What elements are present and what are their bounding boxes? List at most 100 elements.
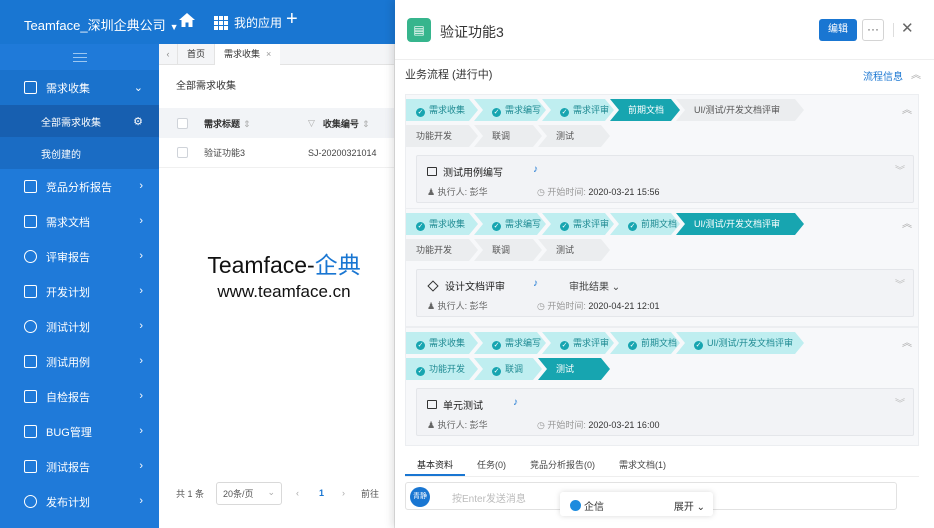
next-page-icon[interactable]: › bbox=[342, 488, 345, 498]
tab-close-icon[interactable]: × bbox=[266, 49, 271, 59]
expand-button[interactable]: 展开 ⌄ bbox=[674, 498, 705, 513]
flow-step-label: 功能开发 bbox=[416, 131, 453, 141]
flow-step[interactable]: 前期文档 bbox=[610, 99, 680, 121]
tab-requirement-doc[interactable]: 需求文档(1) bbox=[607, 453, 678, 476]
flow-step[interactable]: 测试 bbox=[538, 358, 610, 380]
tab-home[interactable]: 首页 bbox=[177, 43, 214, 65]
sidebar-subitem[interactable]: 全部需求收集 ⚙ bbox=[0, 105, 159, 137]
tab-label: 首页 bbox=[187, 48, 206, 59]
approval-result-select[interactable]: 审批结果 ⌄ bbox=[569, 278, 620, 293]
sort-icon[interactable]: ⇕ bbox=[362, 119, 370, 129]
sidebar-item[interactable]: 开发计划 › bbox=[0, 274, 159, 309]
chevron-up-icon[interactable]: ︽ bbox=[902, 101, 912, 116]
task-start-time: ◷ 开始时间: 2020-03-21 16:00 bbox=[537, 418, 659, 431]
tab-tasks[interactable]: 任务(0) bbox=[465, 453, 518, 476]
flow-step[interactable]: 测试 bbox=[538, 239, 610, 261]
flow-info-link[interactable]: 流程信息 bbox=[863, 68, 903, 83]
flow-step[interactable]: ✓ 需求收集 bbox=[406, 213, 478, 235]
flow-step[interactable]: 联调 bbox=[474, 125, 542, 147]
flow-step[interactable]: ✓ 需求收集 bbox=[406, 99, 478, 121]
chevron-down-double-icon[interactable]: ︾ bbox=[895, 276, 905, 291]
chevron-up-icon[interactable]: ︽ bbox=[902, 215, 912, 230]
tab-competitor-report[interactable]: 竞品分析报告(0) bbox=[518, 453, 607, 476]
executor-label: 执行人: 彭华 bbox=[437, 187, 488, 197]
sidebar-subitem[interactable]: 我创建的 bbox=[0, 137, 159, 169]
sidebar-item[interactable]: 评审报告 › bbox=[0, 239, 159, 274]
sidebar-item[interactable]: 测试计划 › bbox=[0, 309, 159, 344]
prev-page-icon[interactable]: ‹ bbox=[296, 488, 299, 498]
sidebar-item[interactable]: 测试报告 › bbox=[0, 449, 159, 484]
flow-step[interactable]: ✓ 需求评审 bbox=[542, 332, 614, 354]
chevron-up-icon[interactable]: ︽ bbox=[911, 66, 921, 81]
task-card[interactable]: 设计文档评审 ♪ 审批结果 ⌄ ♟ 执行人: 彭华 ◷ 开始时间: 2020-04-21… bbox=[416, 269, 914, 317]
qixin-chat-bar[interactable]: 企信 展开 ⌄ bbox=[560, 492, 713, 516]
company-switcher[interactable]: Teamface_深圳企典公司 ▼ bbox=[24, 15, 179, 34]
panel-header: ▤ 验证功能3 编辑 ··· ✕ bbox=[395, 0, 934, 60]
task-name: 测试用例编写 bbox=[427, 164, 503, 179]
flow-step[interactable]: 功能开发 bbox=[406, 125, 478, 147]
flow-step[interactable]: ✓ 需求编写 bbox=[474, 332, 546, 354]
qixin-label: 企信 bbox=[584, 502, 604, 513]
sidebar-item-label: 需求收集 bbox=[46, 82, 90, 95]
sidebar-item[interactable]: 需求文档 › bbox=[0, 204, 159, 239]
bell-icon[interactable]: ♪ bbox=[533, 164, 538, 175]
flow-step[interactable]: UI/测试/开发文档评审 bbox=[676, 99, 804, 121]
flow-step[interactable]: ✓ 需求编写 bbox=[474, 99, 546, 121]
tab-requirement[interactable]: 需求收集 × bbox=[214, 43, 281, 65]
sidebar-item[interactable]: 需求收集 ⌄ bbox=[0, 70, 159, 105]
flow-step[interactable]: 测试 bbox=[538, 125, 610, 147]
column-header-code[interactable]: 收集编号 ⇕ bbox=[323, 117, 370, 130]
flow-step[interactable]: ✓ UI/测试/开发文档评审 bbox=[676, 332, 804, 354]
flow-step[interactable]: ✓ 需求评审 bbox=[542, 99, 614, 121]
task-card[interactable]: 测试用例编写 ♪ ♟ 执行人: 彭华 ◷ 开始时间: 2020-03-21 15:56… bbox=[416, 155, 914, 203]
more-button[interactable]: ··· bbox=[862, 19, 884, 41]
avatar: 青静 bbox=[410, 487, 430, 507]
flow-step[interactable]: ✓ 需求评审 bbox=[542, 213, 614, 235]
sidebar-item[interactable]: 自检报告 › bbox=[0, 379, 159, 414]
sidebar-item[interactable]: 竞品分析报告 › bbox=[0, 169, 159, 204]
check-icon: ✓ bbox=[561, 109, 568, 116]
bug-icon bbox=[24, 425, 37, 438]
bell-icon[interactable]: ♪ bbox=[513, 397, 518, 408]
flow-step[interactable]: ✓ 需求收集 bbox=[406, 332, 478, 354]
tab-back-icon[interactable]: ‹ bbox=[159, 49, 177, 59]
check-icon: ✓ bbox=[561, 342, 568, 349]
sidebar-collapse-toggle[interactable] bbox=[0, 44, 159, 70]
edit-button[interactable]: 编辑 bbox=[819, 19, 857, 41]
sidebar-item[interactable]: 测试用例 › bbox=[0, 344, 159, 379]
table-row[interactable]: 验证功能3 SJ-20200321014 bbox=[159, 138, 394, 168]
flow-step[interactable]: ✓ 需求编写 bbox=[474, 213, 546, 235]
tab-bar: ‹ 首页 需求收集 × bbox=[159, 43, 394, 65]
chevron-up-icon[interactable]: ︽ bbox=[902, 334, 912, 349]
approval-icon bbox=[427, 279, 439, 292]
row-checkbox[interactable] bbox=[177, 147, 188, 158]
gear-icon[interactable]: ⚙ bbox=[133, 115, 143, 128]
select-all-checkbox[interactable] bbox=[177, 117, 188, 129]
tab-basic-info[interactable]: 基本资料 bbox=[405, 453, 466, 476]
home-icon[interactable] bbox=[178, 11, 196, 29]
flow-step[interactable]: ✓ 功能开发 bbox=[406, 358, 478, 380]
close-icon[interactable]: ✕ bbox=[901, 19, 914, 37]
chevron-down-double-icon[interactable]: ︾ bbox=[895, 162, 905, 177]
filter-icon[interactable]: ▽ bbox=[308, 118, 315, 129]
task-card[interactable]: 单元测试 ♪ ♟ 执行人: 彭华 ◷ 开始时间: 2020-03-21 16:00 ︾ bbox=[416, 388, 914, 436]
flow-step[interactable]: ✓ 前期文档 bbox=[610, 332, 680, 354]
my-apps-button[interactable]: 我的应用 bbox=[214, 14, 282, 31]
page-number[interactable]: 1 bbox=[319, 488, 324, 498]
task-name: 设计文档评审 bbox=[427, 278, 505, 293]
sidebar-item[interactable]: 发布计划 › bbox=[0, 484, 159, 519]
add-icon[interactable]: + bbox=[286, 9, 298, 29]
chevron-down-double-icon[interactable]: ︾ bbox=[895, 395, 905, 410]
sidebar-item[interactable]: BUG管理 › bbox=[0, 414, 159, 449]
column-header-title[interactable]: 需求标题 ⇕ bbox=[204, 117, 308, 130]
panel-tabs: 基本资料 任务(0) 竞品分析报告(0) 需求文档(1) bbox=[405, 453, 919, 477]
bell-icon[interactable]: ♪ bbox=[533, 278, 538, 289]
page-size-select[interactable]: 20条/页 ⌄ bbox=[216, 481, 283, 505]
flow-step[interactable]: 联调 bbox=[474, 239, 542, 261]
time-value: 2020-04-21 12:01 bbox=[588, 301, 660, 311]
flow-step[interactable]: UI/测试/开发文档评审 bbox=[676, 213, 804, 235]
sort-icon[interactable]: ⇕ bbox=[243, 119, 251, 129]
flow-step[interactable]: ✓ 前期文档 bbox=[610, 213, 680, 235]
flow-step[interactable]: ✓ 联调 bbox=[474, 358, 542, 380]
flow-step[interactable]: 功能开发 bbox=[406, 239, 478, 261]
